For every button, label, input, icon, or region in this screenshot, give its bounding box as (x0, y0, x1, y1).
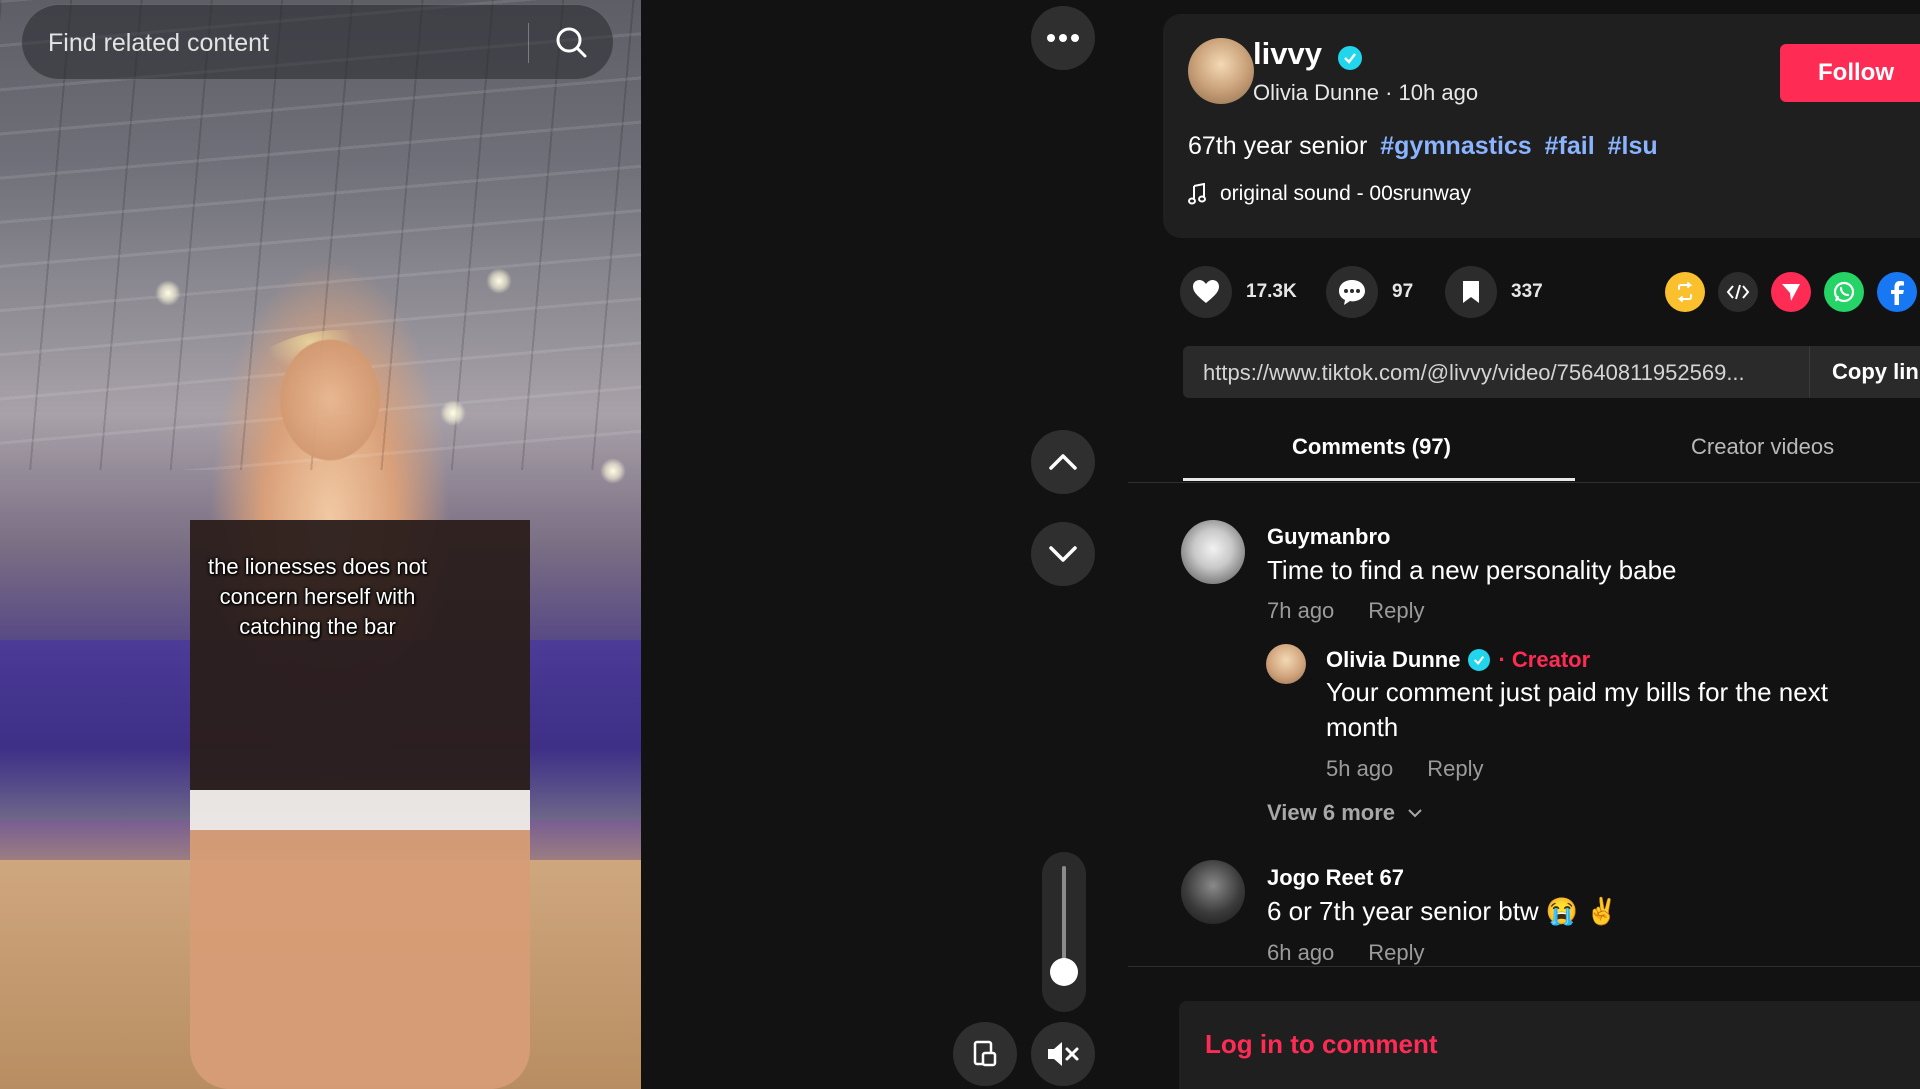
next-video-button[interactable] (1031, 522, 1095, 586)
save-circle (1445, 266, 1497, 318)
related-search-box (21, 4, 614, 81)
comment-input-divider (1128, 966, 1920, 967)
creator-display-name: Olivia Dunne (1253, 80, 1379, 105)
sound-name: original sound - 00srunway (1220, 182, 1471, 205)
details-panel: livvy Olivia Dunne · 10h ago Follow 67th… (1128, 0, 1920, 1089)
sound-link[interactable]: original sound - 00srunway (1188, 182, 1471, 206)
search-icon (556, 27, 587, 58)
like-count: 17.3K (1246, 281, 1297, 302)
save-count: 337 (1511, 281, 1543, 302)
chevron-down-icon (1049, 546, 1077, 562)
more-options-button[interactable] (1031, 6, 1095, 70)
comment-circle (1326, 266, 1378, 318)
share-url[interactable]: https://www.tiktok.com/@livvy/video/7564… (1203, 360, 1803, 386)
commenter-avatar[interactable] (1181, 520, 1245, 584)
share-link-row: https://www.tiktok.com/@livvy/video/7564… (1183, 346, 1920, 398)
post-info-card: livvy Olivia Dunne · 10h ago Follow 67th… (1163, 14, 1920, 238)
tab-comments[interactable]: Comments (97) (1292, 434, 1451, 460)
tab-bar: Comments (97) Creator videos (1128, 424, 1920, 483)
speaker-muted-icon (1048, 1042, 1079, 1066)
comment-count: 97 (1392, 281, 1414, 302)
post-meta: Olivia Dunne · 10h ago (1253, 80, 1479, 105)
volume-slider[interactable] (1042, 852, 1086, 1012)
reply-time: 5h ago (1326, 756, 1394, 781)
reply-button[interactable]: Reply (1427, 756, 1483, 782)
verified-badge-icon (1468, 649, 1491, 671)
commenter-name[interactable]: Jogo Reet 67 (1267, 865, 1404, 891)
floating-player-icon (973, 1040, 997, 1067)
bookmark-icon (1463, 281, 1479, 303)
embed-button[interactable] (1718, 272, 1758, 312)
whatsapp-icon (1833, 281, 1855, 303)
comment-meta: 7h ago Reply (1267, 598, 1425, 624)
hashtag-link[interactable]: #lsu (1608, 132, 1658, 160)
send-to-friends-button[interactable] (1771, 272, 1811, 312)
video-frame-person (190, 330, 530, 1089)
hashtag-link[interactable]: #fail (1545, 132, 1595, 160)
comment-button[interactable]: 97 (1326, 266, 1413, 318)
mute-button[interactable] (1031, 1022, 1095, 1086)
login-to-comment-button[interactable]: Log in to comment (1179, 1001, 1920, 1089)
commenter-avatar[interactable] (1181, 860, 1245, 924)
ceiling-light (600, 458, 626, 484)
ceiling-light (486, 268, 512, 294)
whatsapp-share-button[interactable] (1824, 272, 1864, 312)
search-button[interactable] (552, 23, 592, 63)
verified-badge-icon (1338, 46, 1362, 70)
post-time: 10h ago (1398, 80, 1479, 105)
chevron-up-icon (1049, 454, 1077, 470)
heart-icon (1193, 280, 1219, 303)
repost-icon (1677, 282, 1693, 302)
comment-bubble-icon (1339, 280, 1365, 305)
video-player[interactable]: the lionesses does not concern herself w… (0, 0, 641, 1089)
reply-button[interactable]: Reply (1368, 940, 1424, 966)
like-circle (1180, 266, 1232, 318)
picture-in-picture-button[interactable] (953, 1022, 1017, 1086)
comment-time: 7h ago (1267, 598, 1335, 623)
reply-text: Your comment just paid my bills for the … (1326, 677, 1828, 742)
music-note-icon (1188, 183, 1206, 205)
ellipsis-icon (1047, 34, 1079, 42)
video-caption: the lionesses does not concern herself w… (208, 554, 427, 639)
view-more-replies-button[interactable]: View 6 more (1267, 800, 1423, 826)
creator-avatar[interactable] (1188, 38, 1254, 104)
ceiling-light (155, 280, 181, 306)
reply-header: Olivia Dunne · Creator (1326, 647, 1590, 673)
facebook-icon (1891, 281, 1904, 305)
repost-button[interactable] (1665, 272, 1705, 312)
send-icon (1782, 284, 1800, 301)
post-description: 67th year senior #gymnastics #fail #lsu (1188, 132, 1658, 161)
volume-slider-knob[interactable] (1050, 958, 1078, 987)
tab-creator-videos[interactable]: Creator videos (1691, 434, 1834, 460)
comment-text: Time to find a new personality babe (1267, 555, 1677, 585)
creator-username[interactable]: livvy (1253, 36, 1322, 72)
like-button[interactable]: 17.3K (1180, 266, 1297, 318)
description-text: 67th year senior (1188, 132, 1368, 160)
hashtag-link[interactable]: #gymnastics (1380, 132, 1531, 160)
copy-link-button[interactable]: Copy link (1809, 346, 1920, 398)
embed-code-icon (1726, 284, 1750, 300)
chevron-down-icon (1408, 809, 1422, 818)
search-divider (528, 23, 529, 63)
login-to-comment-label: Log in to comment (1205, 1029, 1438, 1059)
reply-button[interactable]: Reply (1368, 598, 1424, 624)
creator-reply-avatar[interactable] (1266, 644, 1306, 684)
follow-button[interactable]: Follow (1780, 44, 1920, 102)
comment-time: 6h ago (1267, 940, 1335, 965)
reply-meta: 5h ago Reply (1326, 756, 1484, 782)
previous-video-button[interactable] (1031, 430, 1095, 494)
creator-label: · Creator (1498, 647, 1591, 672)
view-more-label: View 6 more (1267, 800, 1395, 825)
related-search-input[interactable] (46, 5, 530, 81)
active-tab-indicator (1183, 478, 1575, 481)
comment-text: 6 or 7th year senior btw 😭 ✌️ (1267, 896, 1618, 926)
facebook-share-button[interactable] (1877, 272, 1917, 312)
commenter-name[interactable]: Guymanbro (1267, 524, 1390, 550)
comment-meta: 6h ago Reply (1267, 940, 1425, 966)
comment-list: Guymanbro Time to find a new personality… (1128, 484, 1920, 966)
reply-author-name[interactable]: Olivia Dunne (1326, 647, 1460, 673)
save-button[interactable]: 337 (1445, 266, 1543, 318)
